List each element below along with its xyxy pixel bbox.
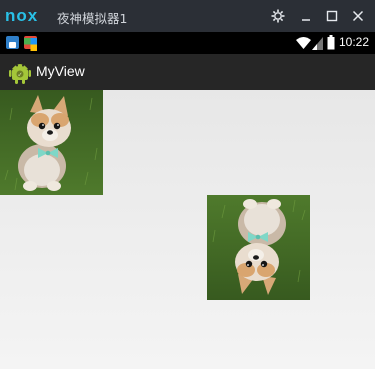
android-statusbar: 10:22 xyxy=(0,32,375,54)
svg-text:✓: ✓ xyxy=(17,72,22,79)
settings-icon[interactable] xyxy=(268,6,288,26)
android-icon: ✓ xyxy=(9,60,31,88)
window-title: 夜神模拟器1 xyxy=(57,11,128,26)
notification-photo-icon xyxy=(24,36,37,51)
battery-icon xyxy=(327,35,335,54)
minimize-icon[interactable] xyxy=(296,6,316,26)
content-area xyxy=(0,90,375,369)
app-actionbar: ✓ MyView xyxy=(0,54,375,90)
wifi-icon xyxy=(296,35,311,54)
close-icon[interactable] xyxy=(348,6,368,26)
app-title: MyView xyxy=(36,63,85,79)
puppy-image-rotated xyxy=(206,195,311,300)
nox-logo: nox xyxy=(5,6,39,25)
notification-app-icon xyxy=(6,36,19,49)
maximize-icon[interactable] xyxy=(322,6,342,26)
emulator-titlebar: nox 夜神模拟器1 xyxy=(0,0,375,32)
puppy-image xyxy=(0,90,103,195)
status-time: 10:22 xyxy=(338,35,369,49)
signal-icon xyxy=(312,35,323,54)
